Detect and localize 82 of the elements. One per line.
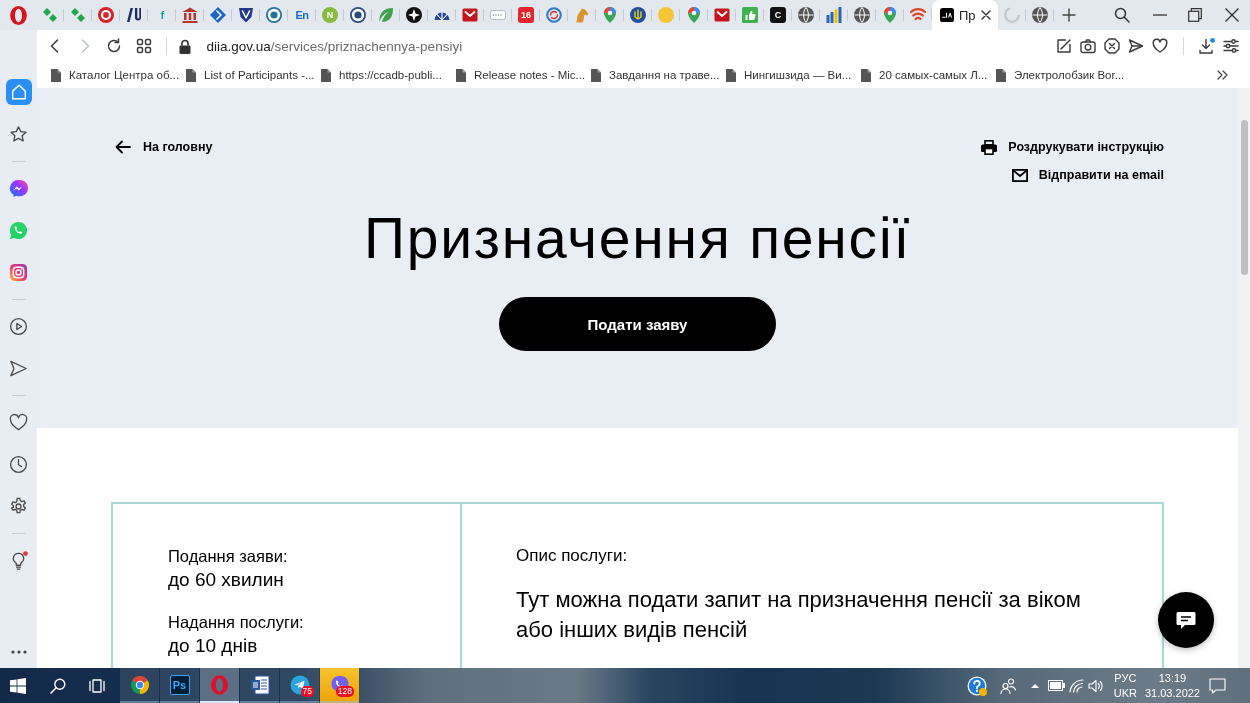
bookmark-link[interactable]: Каталог Центра об... xyxy=(51,68,186,82)
chat-icon xyxy=(1176,610,1196,630)
lock-icon xyxy=(178,38,191,54)
download-icon[interactable] xyxy=(1199,38,1215,54)
description-label: Опис послуги: xyxy=(516,545,629,567)
fact-value: до 60 хвилин xyxy=(168,568,285,592)
email-link[interactable]: Відправити на email xyxy=(1011,166,1164,184)
document-icon xyxy=(591,68,601,82)
document-icon xyxy=(186,68,196,82)
start-icon[interactable] xyxy=(10,677,26,694)
reload-icon[interactable] xyxy=(106,38,122,54)
restore-icon[interactable] xyxy=(1188,8,1202,22)
browser-tab[interactable]: Пр xyxy=(932,0,998,30)
taskbar-app[interactable]: 75 xyxy=(280,668,319,703)
page-title: Призначення пенсії xyxy=(363,208,912,268)
document-icon xyxy=(456,68,466,82)
fact-label: Надання послуги: xyxy=(168,612,305,633)
double-chevron-icon[interactable] xyxy=(1217,70,1228,80)
bookmark-link[interactable]: https://ccadb-publi... xyxy=(321,68,456,82)
bookmark-link[interactable]: Нингишзида — Ви... xyxy=(726,68,861,82)
fact-label: Подання заяви: xyxy=(168,546,289,567)
sliders-icon[interactable] xyxy=(1223,38,1239,54)
search-icon[interactable] xyxy=(1114,7,1130,23)
taskbar-app[interactable]: Ps xyxy=(160,668,199,703)
help-icon[interactable] xyxy=(966,675,987,696)
printer-icon xyxy=(981,139,998,155)
search-icon[interactable] xyxy=(50,677,66,694)
document-icon xyxy=(249,674,270,695)
print-link[interactable]: Роздрукувати інструкцію xyxy=(981,138,1164,156)
pinned-tab[interactable]: En xyxy=(294,7,310,23)
bookmark-link[interactable]: List of Participants -... xyxy=(186,68,321,82)
more-icon[interactable] xyxy=(10,650,27,654)
bookmark-link[interactable]: Завдання на траве... xyxy=(591,68,726,82)
fact-value: до 10 днів xyxy=(168,634,259,658)
chat-button[interactable] xyxy=(1158,592,1214,648)
send-icon[interactable] xyxy=(1128,38,1144,54)
date-time[interactable]: 13:19 31.03.2022 xyxy=(1144,670,1200,701)
ring-logo-icon[interactable] xyxy=(9,5,27,25)
envelope-icon xyxy=(1011,168,1028,182)
edit-box-icon[interactable] xyxy=(1056,38,1072,54)
document-icon xyxy=(726,68,736,82)
taskbar-app[interactable] xyxy=(240,668,279,703)
task-view-icon[interactable] xyxy=(89,677,105,694)
speaker-icon[interactable] xyxy=(1087,678,1103,693)
app-logo: Ps xyxy=(169,674,190,695)
back-link[interactable]: На головну xyxy=(115,138,213,156)
ring-logo-icon xyxy=(211,674,228,695)
bookmark-link[interactable]: Электролобзик Bor... xyxy=(996,68,1131,82)
pinned-tab[interactable]: C xyxy=(770,7,786,23)
scrollbar-thumb[interactable] xyxy=(1240,120,1248,275)
plane-disc-icon xyxy=(289,674,310,695)
taskbar-app[interactable]: 128 xyxy=(320,668,359,703)
chevron-up-icon[interactable] xyxy=(1030,683,1039,688)
wheel-logo-icon xyxy=(129,674,150,695)
close-icon[interactable] xyxy=(980,10,991,20)
document-icon xyxy=(996,68,1006,82)
pinned-tab[interactable]: 16 xyxy=(518,7,534,23)
bookmark-link[interactable]: Release notes - Mic... xyxy=(456,68,591,82)
battery-icon[interactable] xyxy=(1047,680,1065,691)
apply-button[interactable]: Подати заяву xyxy=(499,297,776,351)
address-field[interactable]: diia.gov.ua/services/priznachennya-pensiyi xyxy=(206,34,1056,58)
plus-icon[interactable] xyxy=(1061,8,1076,22)
document-icon xyxy=(51,68,61,82)
wifi-icon[interactable] xyxy=(1068,678,1085,693)
description-text: Тут можна подати запит на призначення пенсії за віком або інших видів пенсій xyxy=(516,586,1082,644)
count-badge: 128 xyxy=(335,686,354,697)
blocked-octagon-icon[interactable] xyxy=(1104,38,1120,54)
taskbar-app[interactable] xyxy=(200,668,239,703)
notification-icon[interactable] xyxy=(1209,677,1226,694)
scrollbar[interactable] xyxy=(1238,88,1250,668)
bookmark-link[interactable]: 20 самых-самых Л... xyxy=(861,68,996,82)
arrow-left-icon xyxy=(115,140,131,154)
document-icon xyxy=(321,68,331,82)
language-indicator[interactable]: РУС UKR xyxy=(1113,670,1137,701)
camera-icon[interactable] xyxy=(1080,38,1096,54)
grid-icon[interactable] xyxy=(135,38,152,54)
heart-icon[interactable] xyxy=(1152,38,1168,54)
count-badge: 75 xyxy=(300,686,314,697)
people-icon[interactable] xyxy=(999,677,1016,694)
close-icon[interactable] xyxy=(1225,8,1239,22)
document-icon xyxy=(861,68,871,82)
taskbar-app[interactable] xyxy=(120,668,159,703)
